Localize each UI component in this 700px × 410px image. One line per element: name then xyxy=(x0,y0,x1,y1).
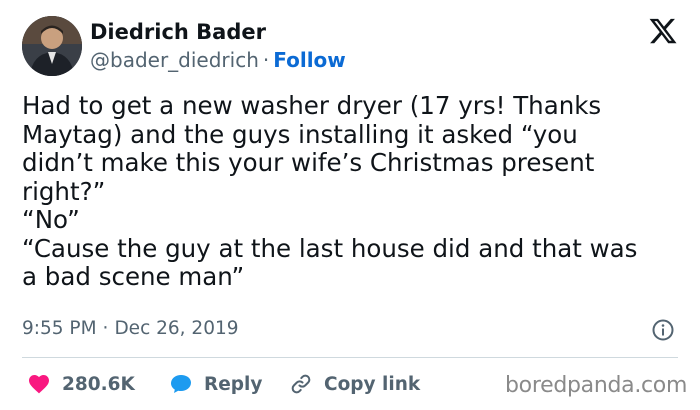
tweet-time: 9:55 PM xyxy=(22,318,97,339)
tweet-timestamp[interactable]: 9:55 PM · Dec 26, 2019 xyxy=(22,318,239,339)
follow-button[interactable]: Follow xyxy=(273,48,346,72)
tweet-text: Had to get a new washer dryer (17 yrs! T… xyxy=(22,91,638,291)
divider xyxy=(22,357,678,358)
avatar-image xyxy=(22,16,82,76)
reply-button[interactable]: Reply xyxy=(168,370,262,398)
link-icon xyxy=(291,374,311,394)
timestamp-separator: · xyxy=(102,318,109,339)
like-count: 280.6K xyxy=(62,373,135,395)
meta-separator: · xyxy=(262,48,270,72)
author-meta: @bader_diedrich · Follow xyxy=(90,48,346,72)
copy-link-button[interactable]: Copy link xyxy=(288,370,420,398)
tweet-header: Diedrich Bader @bader_diedrich · Follow xyxy=(22,16,678,78)
author-name[interactable]: Diedrich Bader xyxy=(90,20,266,44)
author-handle[interactable]: @bader_diedrich xyxy=(90,48,259,72)
x-logo-icon[interactable] xyxy=(648,16,678,46)
avatar[interactable] xyxy=(22,16,82,76)
like-button[interactable]: 280.6K xyxy=(26,370,135,398)
tweet-card: Diedrich Bader @bader_diedrich · Follow Ha… xyxy=(0,0,700,410)
heart-icon xyxy=(29,375,49,394)
copy-link-label: Copy link xyxy=(324,373,421,395)
watermark: boredpanda.com xyxy=(505,373,688,398)
reply-label: Reply xyxy=(204,373,263,395)
tweet-date: Dec 26, 2019 xyxy=(114,318,239,339)
info-icon[interactable] xyxy=(651,318,675,342)
reply-bubble-icon xyxy=(171,375,191,393)
